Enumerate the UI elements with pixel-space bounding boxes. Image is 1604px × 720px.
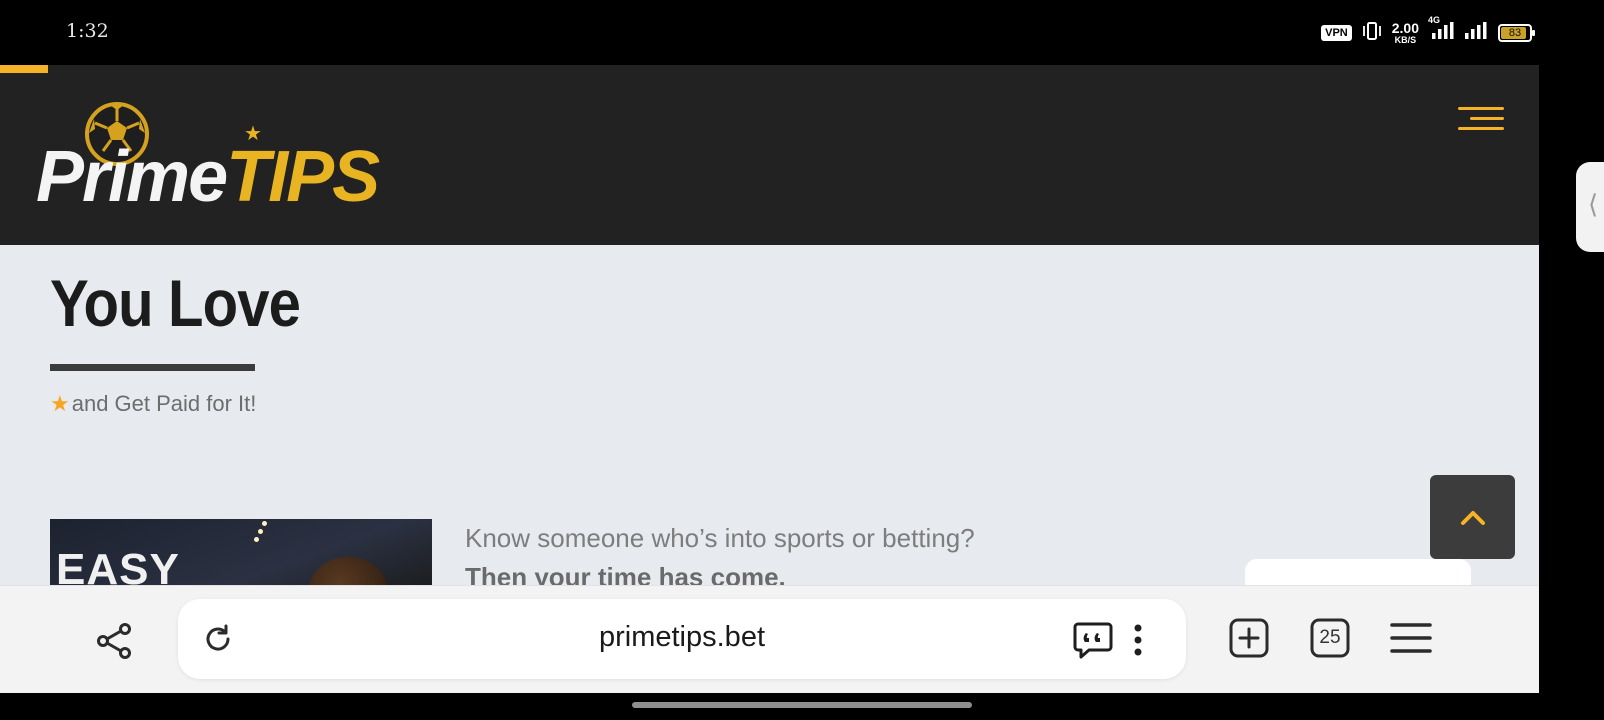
promo-image-text: EASY [56,545,180,585]
status-time: 1:32 [66,20,109,42]
url-text[interactable]: primetips.bet [178,621,1186,654]
address-bar[interactable]: primetips.bet [178,599,1186,679]
home-indicator[interactable] [632,702,972,708]
person-head [308,557,388,585]
vpn-badge: VPN [1321,25,1352,41]
new-tab-button[interactable] [1227,616,1271,660]
more-icon [1134,624,1142,656]
reader-mode-button[interactable] [1071,618,1115,662]
browser-menu-button[interactable] [1388,616,1434,660]
edge-panel-handle[interactable]: ⟨ [1576,162,1604,252]
scroll-to-top-button[interactable] [1430,475,1515,559]
site-header: ★ PrimeTIPS [0,65,1539,245]
hero-tagline: ★ and Get Paid for It! [50,391,256,417]
signal-icon: 4G [1428,15,1454,45]
quote-icon [1073,622,1113,659]
logo-prime: Prime [36,137,228,217]
vibrate-icon [1361,21,1383,45]
chevron-up-icon [1460,511,1485,525]
tab-count: 25 [1319,627,1341,648]
hamburger-menu-button[interactable] [1458,105,1504,135]
browser-toolbar: primetips.bet 25 [0,585,1539,693]
net-speed-value: 2.00 [1391,19,1419,36]
net-speed-unit: KB/S [1394,34,1417,45]
lights [200,519,280,545]
battery-level: 83 [1508,27,1522,39]
menu-icon [1390,623,1432,653]
share-button[interactable] [92,618,138,664]
promo-text: Know someone who’s into sports or bettin… [465,523,975,553]
signal-icon [1463,21,1489,45]
hero-title: You Love [50,266,301,340]
phone-screen: 1:32 VPN 2.00 KB/S 4G 83 ★ PrimeTIPS You… [0,0,1604,720]
page-load-progress [0,65,48,73]
title-underline [50,364,255,371]
net-speed: 2.00 KB/S [1391,19,1419,45]
promo-image: EASY [50,519,432,585]
battery-icon: 83 [1498,24,1535,42]
star-icon: ★ [50,391,70,416]
promo-bold-text: Then your time has come. [465,562,786,585]
primetips-logo[interactable]: ★ PrimeTIPS [36,101,380,213]
chevron-left-icon: ⟨ [1588,190,1599,220]
status-icons: VPN 2.00 KB/S 4G 83 [1321,15,1535,46]
tagline-text: and Get Paid for It! [71,391,257,416]
status-bar: 1:32 VPN 2.00 KB/S 4G 83 [0,0,1604,65]
logo-wordmark: PrimeTIPS [36,141,380,213]
share-icon [97,623,131,659]
logo-tips: TIPS [226,137,380,217]
more-options-button[interactable] [1123,618,1153,662]
tabs-button[interactable]: 25 [1308,616,1352,660]
popup-card [1245,559,1471,585]
network-type: 4G [1428,15,1441,25]
new-tab-icon [1229,618,1269,658]
webpage: ★ PrimeTIPS You Love ★ and Get Paid for … [0,65,1539,585]
